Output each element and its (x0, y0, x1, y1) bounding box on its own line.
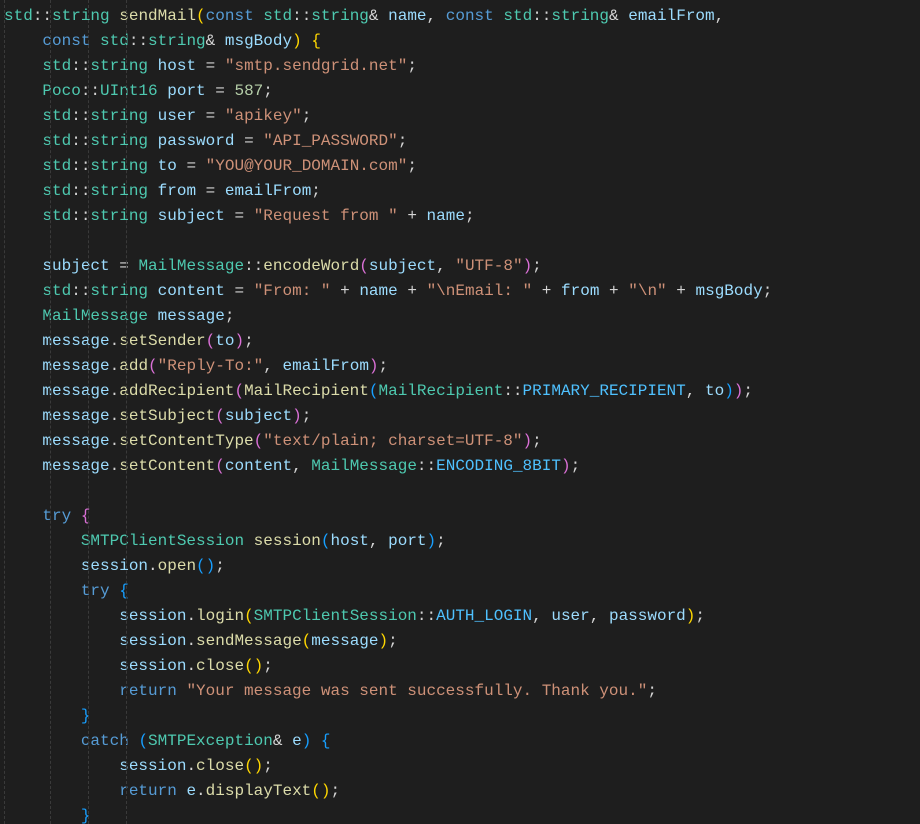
code-line: session.close(); (4, 657, 273, 675)
code-line: message.setContentType("text/plain; char… (4, 432, 542, 450)
code-line: message.setContent(content, MailMessage:… (4, 457, 580, 475)
code-line: std::string subject = "Request from " + … (4, 207, 475, 225)
code-line: std::string sendMail(const std::string& … (4, 7, 724, 25)
code-line: std::string to = "YOU@YOUR_DOMAIN.com"; (4, 157, 417, 175)
code-line: std::string from = emailFrom; (4, 182, 321, 200)
code-line: return e.displayText(); (4, 782, 340, 800)
code-line: } (4, 707, 90, 725)
code-line: message.setSubject(subject); (4, 407, 311, 425)
code-line: std::string password = "API_PASSWORD"; (4, 132, 407, 150)
code-line: SMTPClientSession session(host, port); (4, 532, 446, 550)
code-line: message.setSender(to); (4, 332, 254, 350)
code-line: MailMessage message; (4, 307, 234, 325)
code-line: session.login(SMTPClientSession::AUTH_LO… (4, 607, 705, 625)
code-line: std::string content = "From: " + name + … (4, 282, 772, 300)
code-line (4, 232, 14, 250)
code-line: } (4, 807, 90, 824)
code-line: std::string user = "apikey"; (4, 107, 311, 125)
code-line: Poco::UInt16 port = 587; (4, 82, 273, 100)
code-line: session.sendMessage(message); (4, 632, 398, 650)
code-line: std::string host = "smtp.sendgrid.net"; (4, 57, 417, 75)
code-line: message.addRecipient(MailRecipient(MailR… (4, 382, 753, 400)
code-line: try { (4, 507, 90, 525)
code-line: session.close(); (4, 757, 273, 775)
code-line: try { (4, 582, 129, 600)
code-line: const std::string& msgBody) { (4, 32, 321, 50)
code-line: catch (SMTPException& e) { (4, 732, 331, 750)
code-editor[interactable]: std::string sendMail(const std::string& … (0, 0, 920, 824)
code-line: session.open(); (4, 557, 225, 575)
code-line (4, 482, 14, 500)
code-line: subject = MailMessage::encodeWord(subjec… (4, 257, 542, 275)
code-line: return "Your message was sent successful… (4, 682, 657, 700)
code-line: message.add("Reply-To:", emailFrom); (4, 357, 388, 375)
